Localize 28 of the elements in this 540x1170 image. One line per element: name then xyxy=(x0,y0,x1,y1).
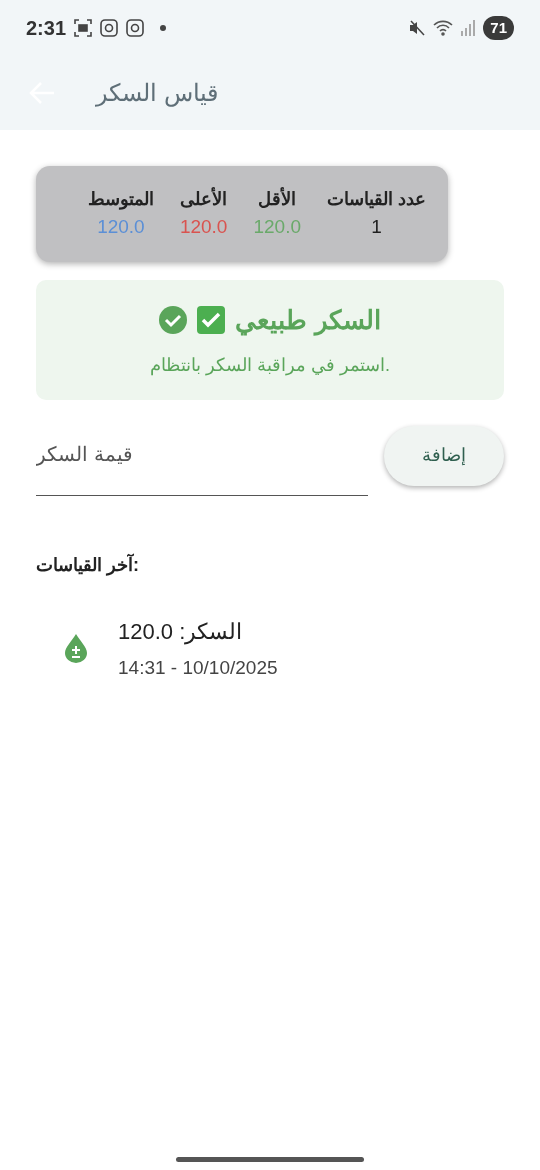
battery-level: 71 xyxy=(483,15,514,41)
status-title: السكر طبيعي xyxy=(235,303,381,338)
stat-label: الأعلى xyxy=(180,186,228,211)
sugar-value-field[interactable]: قيمة السكر xyxy=(36,423,368,496)
dot-icon xyxy=(160,25,167,31)
reading-value: السكر: 120.0 xyxy=(118,617,243,647)
stat-value: 120.0 xyxy=(253,215,301,239)
stat-value: 120.0 xyxy=(179,215,228,239)
mute-icon xyxy=(409,20,426,36)
stat-value: 1 xyxy=(371,215,382,239)
screenshot-icon xyxy=(74,19,93,37)
blood-drop-icon xyxy=(64,633,88,664)
stat-label: عدد القياسات xyxy=(327,188,426,211)
stat-value: 120.0 xyxy=(97,215,145,239)
add-button[interactable]: إضافة xyxy=(384,425,504,486)
status-message: استمر في مراقبة السكر بانتظام. xyxy=(150,353,390,378)
page-title: قياس السكر xyxy=(96,78,218,109)
check-box-icon xyxy=(197,306,226,334)
status-time: 2:31 xyxy=(26,16,67,41)
reading-date: 14:31 - 10/10/2025 xyxy=(118,655,278,680)
signal-icon xyxy=(461,20,476,36)
camera-icon xyxy=(126,19,145,37)
wifi-icon xyxy=(433,20,454,36)
camera-icon xyxy=(100,19,119,37)
stat-label: الأقل xyxy=(258,186,297,211)
stat-label: المتوسط xyxy=(87,188,154,212)
history-heading: آخر القياسات: xyxy=(36,552,140,578)
check-circle-icon xyxy=(159,306,188,334)
